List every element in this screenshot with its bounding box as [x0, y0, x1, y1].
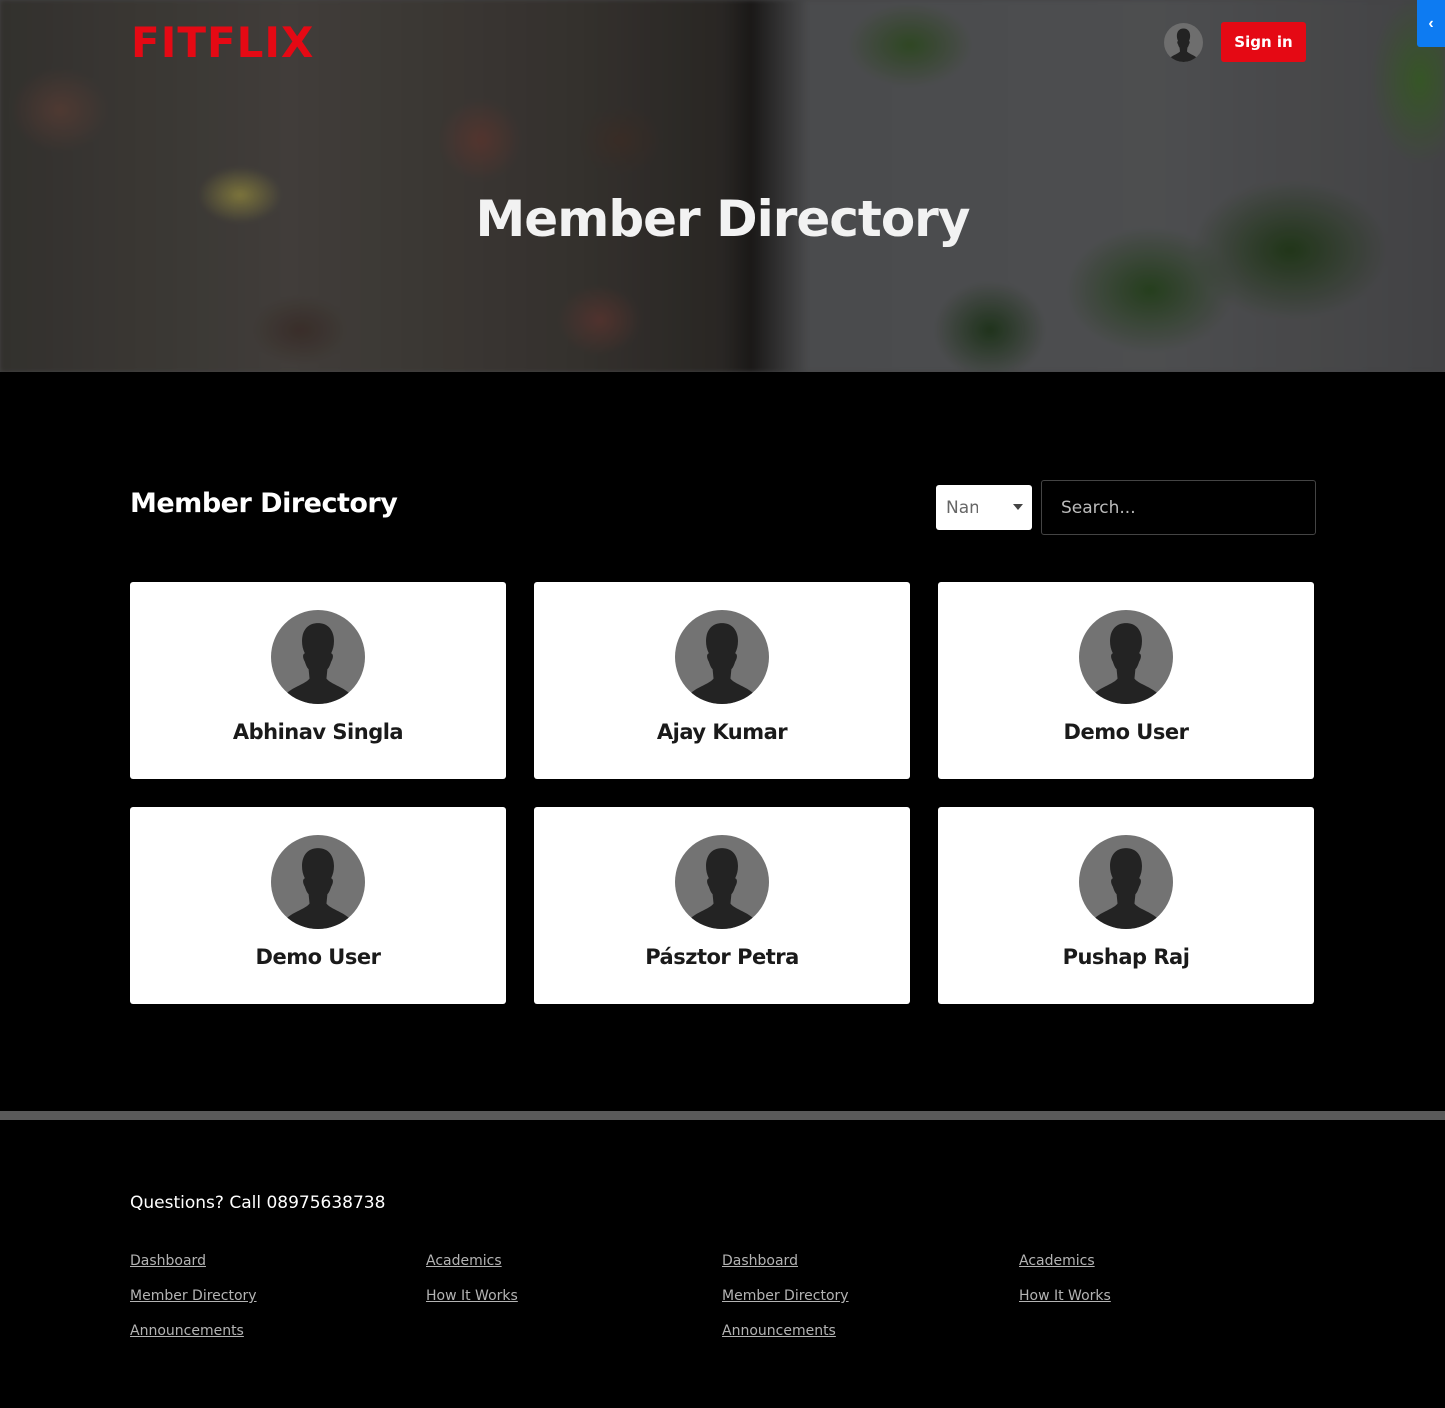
person-silhouette-icon	[283, 848, 353, 929]
footer-link-member-directory[interactable]: Member Directory	[722, 1285, 849, 1320]
footer-link-dashboard[interactable]: Dashboard	[722, 1250, 849, 1285]
chevron-left-icon: ‹	[1428, 14, 1434, 32]
member-card[interactable]: Pushap Raj	[938, 807, 1314, 1004]
member-name: Pásztor Petra	[645, 945, 799, 969]
section-title: Member Directory	[130, 488, 398, 519]
member-avatar	[1079, 835, 1173, 929]
footer-link-academics[interactable]: Academics	[1019, 1250, 1111, 1285]
footer-link-how-it-works[interactable]: How It Works	[1019, 1285, 1111, 1320]
member-name: Demo User	[1063, 720, 1189, 744]
member-name: Demo User	[255, 945, 381, 969]
member-card[interactable]: Pásztor Petra	[534, 807, 910, 1004]
footer-link-member-directory[interactable]: Member Directory	[130, 1285, 257, 1320]
footer-link-announcements[interactable]: Announcements	[130, 1320, 257, 1355]
member-card[interactable]: Ajay Kumar	[534, 582, 910, 779]
footer-link-dashboard[interactable]: Dashboard	[130, 1250, 257, 1285]
person-silhouette-icon	[1091, 623, 1161, 704]
member-name: Pushap Raj	[1062, 945, 1190, 969]
side-panel-toggle-button[interactable]: ‹	[1417, 0, 1445, 47]
person-silhouette-icon	[1169, 28, 1198, 62]
member-card[interactable]: Demo User	[938, 582, 1314, 779]
sort-select[interactable]: Name	[936, 485, 1032, 530]
sign-in-button[interactable]: Sign in	[1221, 22, 1306, 62]
sort-select-value: Name	[946, 497, 978, 518]
hero-banner: FITFLIX Sign in ‹ Member Directory	[0, 0, 1445, 372]
member-avatar	[1079, 610, 1173, 704]
person-silhouette-icon	[687, 848, 757, 929]
footer-link-how-it-works[interactable]: How It Works	[426, 1285, 518, 1320]
footer-column: Dashboard Member Directory Announcements	[722, 1250, 849, 1355]
member-card[interactable]: Abhinav Singla	[130, 582, 506, 779]
person-silhouette-icon	[283, 623, 353, 704]
user-avatar-icon[interactable]	[1164, 23, 1203, 62]
member-avatar	[675, 610, 769, 704]
footer-link-academics[interactable]: Academics	[426, 1250, 518, 1285]
search-input[interactable]	[1041, 480, 1316, 535]
footer-divider	[0, 1111, 1445, 1120]
person-silhouette-icon	[1091, 848, 1161, 929]
member-avatar	[271, 835, 365, 929]
member-avatar	[271, 610, 365, 704]
footer-link-announcements[interactable]: Announcements	[722, 1320, 849, 1355]
person-silhouette-icon	[687, 623, 757, 704]
footer-column: Dashboard Member Directory Announcements	[130, 1250, 257, 1355]
caret-down-icon	[1013, 504, 1023, 510]
fitflix-logo[interactable]: FITFLIX	[131, 20, 314, 66]
hero-title: Member Directory	[475, 190, 971, 248]
footer-column: Academics How It Works	[426, 1250, 518, 1320]
member-name: Ajay Kumar	[656, 720, 788, 744]
footer-contact-text: Questions? Call 08975638738	[130, 1193, 386, 1213]
member-name: Abhinav Singla	[232, 720, 404, 744]
member-avatar	[675, 835, 769, 929]
member-card[interactable]: Demo User	[130, 807, 506, 1004]
footer-column: Academics How It Works	[1019, 1250, 1111, 1320]
